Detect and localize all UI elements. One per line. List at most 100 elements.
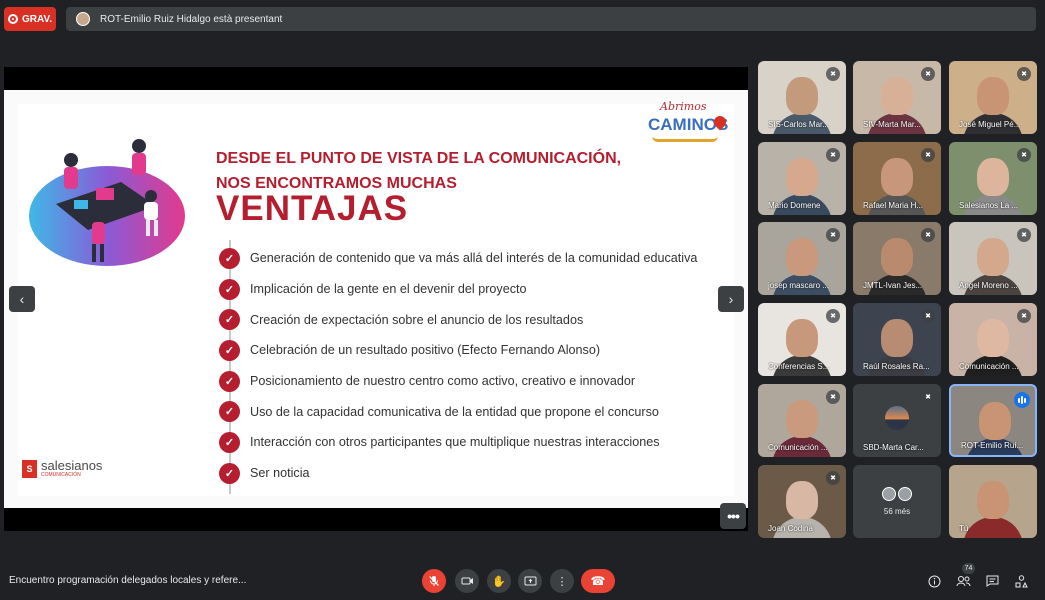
participants-count-badge: 74 bbox=[962, 563, 975, 574]
microphone-button[interactable] bbox=[422, 569, 446, 593]
participant-tile[interactable]: ✖ Comunicación ... bbox=[949, 303, 1037, 376]
advantage-item: ✓ Ser noticia bbox=[219, 458, 739, 489]
advantage-text: Interacción con otros participantes que … bbox=[250, 435, 660, 450]
participant-name: JMTL-Ivan Jes... bbox=[863, 281, 923, 290]
mic-off-icon: ✖ bbox=[921, 390, 935, 404]
participant-name: Conferencias S... bbox=[768, 362, 830, 371]
presenter-avatar bbox=[76, 12, 90, 26]
next-slide-button[interactable]: › bbox=[718, 286, 744, 312]
participant-tile[interactable]: Tú bbox=[949, 465, 1037, 538]
advantage-item: ✓ Celebración de un resultado positivo (E… bbox=[219, 335, 739, 366]
mic-off-icon: ✖ bbox=[921, 148, 935, 162]
participant-tile[interactable]: ✖ José Miguel Pé... bbox=[949, 61, 1037, 134]
participant-tile[interactable]: ✖ Angel Moreno ... bbox=[949, 222, 1037, 295]
more-vertical-icon: ⋮ bbox=[556, 575, 568, 588]
activities-button[interactable] bbox=[1012, 572, 1030, 590]
participant-tile[interactable]: ✖ Conferencias S... bbox=[758, 303, 846, 376]
participant-video-face bbox=[881, 238, 913, 276]
meeting-details-button[interactable] bbox=[925, 572, 943, 590]
advantage-item: ✓ Creación de expectación sobre el anunci… bbox=[219, 304, 739, 335]
mic-off-icon: ✖ bbox=[826, 148, 840, 162]
slide-title: VENTAJAS bbox=[216, 189, 409, 228]
advantage-text: Celebración de un resultado positivo (Ef… bbox=[250, 343, 601, 358]
participant-name: Angel Moreno ... bbox=[959, 281, 1018, 290]
advantage-text: Uso de la capacidad comunicativa de la e… bbox=[250, 404, 659, 419]
mic-off-icon: ✖ bbox=[921, 309, 935, 323]
check-icon: ✓ bbox=[219, 462, 240, 484]
chat-button[interactable] bbox=[983, 572, 1001, 590]
mic-off-icon: ✖ bbox=[826, 228, 840, 242]
more-options-button[interactable]: ⋮ bbox=[550, 569, 574, 593]
advantage-text: Ser noticia bbox=[250, 466, 310, 481]
participant-video-face bbox=[977, 319, 1009, 357]
advantage-item: ✓ Uso de la capacidad comunicativa de la … bbox=[219, 396, 739, 427]
brand-sub: COMUNICACIÓN bbox=[41, 472, 81, 478]
participant-tile[interactable]: ✖ Raúl Rosales Ra... bbox=[853, 303, 941, 376]
mic-off-icon: ✖ bbox=[1017, 228, 1031, 242]
recording-indicator[interactable]: GRAV. bbox=[4, 7, 56, 31]
participant-tile[interactable]: ✖ Mario Domene bbox=[758, 142, 846, 215]
advantage-text: Creación de expectación sobre el anuncio… bbox=[250, 312, 584, 327]
participant-name: josep mascaro ... bbox=[768, 281, 829, 290]
salesianos-logo: S salesianos COMUNICACIÓN bbox=[22, 459, 102, 478]
present-screen-icon bbox=[524, 576, 536, 585]
participant-video-face bbox=[977, 238, 1009, 276]
mic-off-icon: ✖ bbox=[1017, 148, 1031, 162]
presentation-more-button[interactable]: ••• bbox=[720, 503, 746, 529]
avatar bbox=[898, 487, 912, 501]
check-icon: ✓ bbox=[219, 401, 240, 423]
more-horizontal-icon: ••• bbox=[727, 508, 740, 524]
presenter-banner-text: ROT-Emilio Ruiz Hidalgo està presentant bbox=[100, 13, 283, 25]
participant-tile[interactable]: ✖ SIV-Marta Mar... bbox=[853, 61, 941, 134]
participant-name: ROT-Emilio Ruí... bbox=[961, 441, 1024, 450]
participant-tile[interactable]: ✖ Joan Codina bbox=[758, 465, 846, 538]
more-participants-tile[interactable]: 56 més bbox=[853, 465, 941, 538]
participant-video-face bbox=[977, 481, 1009, 519]
participant-tile[interactable]: ROT-Emilio Ruí... bbox=[949, 384, 1037, 457]
participant-tile[interactable]: ✖ JMTL-Ivan Jes... bbox=[853, 222, 941, 295]
leave-call-button[interactable]: ☎ bbox=[581, 569, 615, 593]
mic-off-icon: ✖ bbox=[921, 67, 935, 81]
advantage-item: ✓ Posicionamiento de nuestro centro como … bbox=[219, 366, 739, 397]
participant-video-face bbox=[786, 158, 818, 196]
participant-name: Comunicación ... bbox=[768, 443, 828, 452]
shapes-icon bbox=[1015, 574, 1028, 587]
speaking-indicator-icon bbox=[1014, 392, 1030, 408]
brand-name: salesianos bbox=[41, 458, 103, 473]
participant-tile[interactable]: ✖ josep mascaro ... bbox=[758, 222, 846, 295]
previous-slide-button[interactable]: ‹ bbox=[9, 286, 35, 312]
people-button[interactable] bbox=[954, 572, 972, 590]
camera-button[interactable] bbox=[455, 569, 479, 593]
logo-script: Abrimos bbox=[660, 100, 707, 113]
chat-icon bbox=[986, 575, 998, 587]
raise-hand-button[interactable]: ✋ bbox=[487, 569, 511, 593]
participant-video-face bbox=[786, 400, 818, 438]
check-icon: ✓ bbox=[219, 247, 240, 269]
participant-tile[interactable]: ✖ SBD-Marta Car... bbox=[853, 384, 941, 457]
advantage-text: Posicionamiento de nuestro centro como a… bbox=[250, 374, 636, 389]
participant-tile[interactable]: ✖ SIS-Carlos Mar... bbox=[758, 61, 846, 134]
participant-video-face bbox=[786, 77, 818, 115]
chevron-left-icon: ‹ bbox=[19, 291, 25, 307]
advantage-text: Generación de contenido que va más allá … bbox=[250, 251, 698, 266]
record-icon bbox=[7, 14, 18, 24]
more-participants-label: 56 més bbox=[883, 507, 911, 516]
avatar bbox=[885, 406, 909, 430]
slide-subheading-line1: DESDE EL PUNTO DE VISTA DE LA COMUNICACI… bbox=[216, 150, 622, 167]
check-icon: ✓ bbox=[219, 278, 240, 300]
check-icon: ✓ bbox=[219, 431, 240, 453]
participant-video-face bbox=[881, 77, 913, 115]
mic-off-icon: ✖ bbox=[921, 228, 935, 242]
participant-name: Rafael Maria H... bbox=[863, 201, 924, 210]
team-illustration bbox=[29, 139, 185, 266]
participant-name: Salesianos La ... bbox=[959, 201, 1019, 210]
participant-tile[interactable]: ✖ Rafael Maria H... bbox=[853, 142, 941, 215]
recording-label: GRAV. bbox=[21, 13, 52, 25]
chevron-right-icon: › bbox=[728, 291, 734, 307]
mic-off-icon bbox=[429, 576, 439, 586]
logo-swoosh bbox=[652, 136, 718, 142]
participant-name: Comunicación ... bbox=[959, 362, 1019, 371]
participant-tile[interactable]: ✖ Comunicación ... bbox=[758, 384, 846, 457]
present-screen-button[interactable] bbox=[518, 569, 542, 593]
participant-tile[interactable]: ✖ Salesianos La ... bbox=[949, 142, 1037, 215]
